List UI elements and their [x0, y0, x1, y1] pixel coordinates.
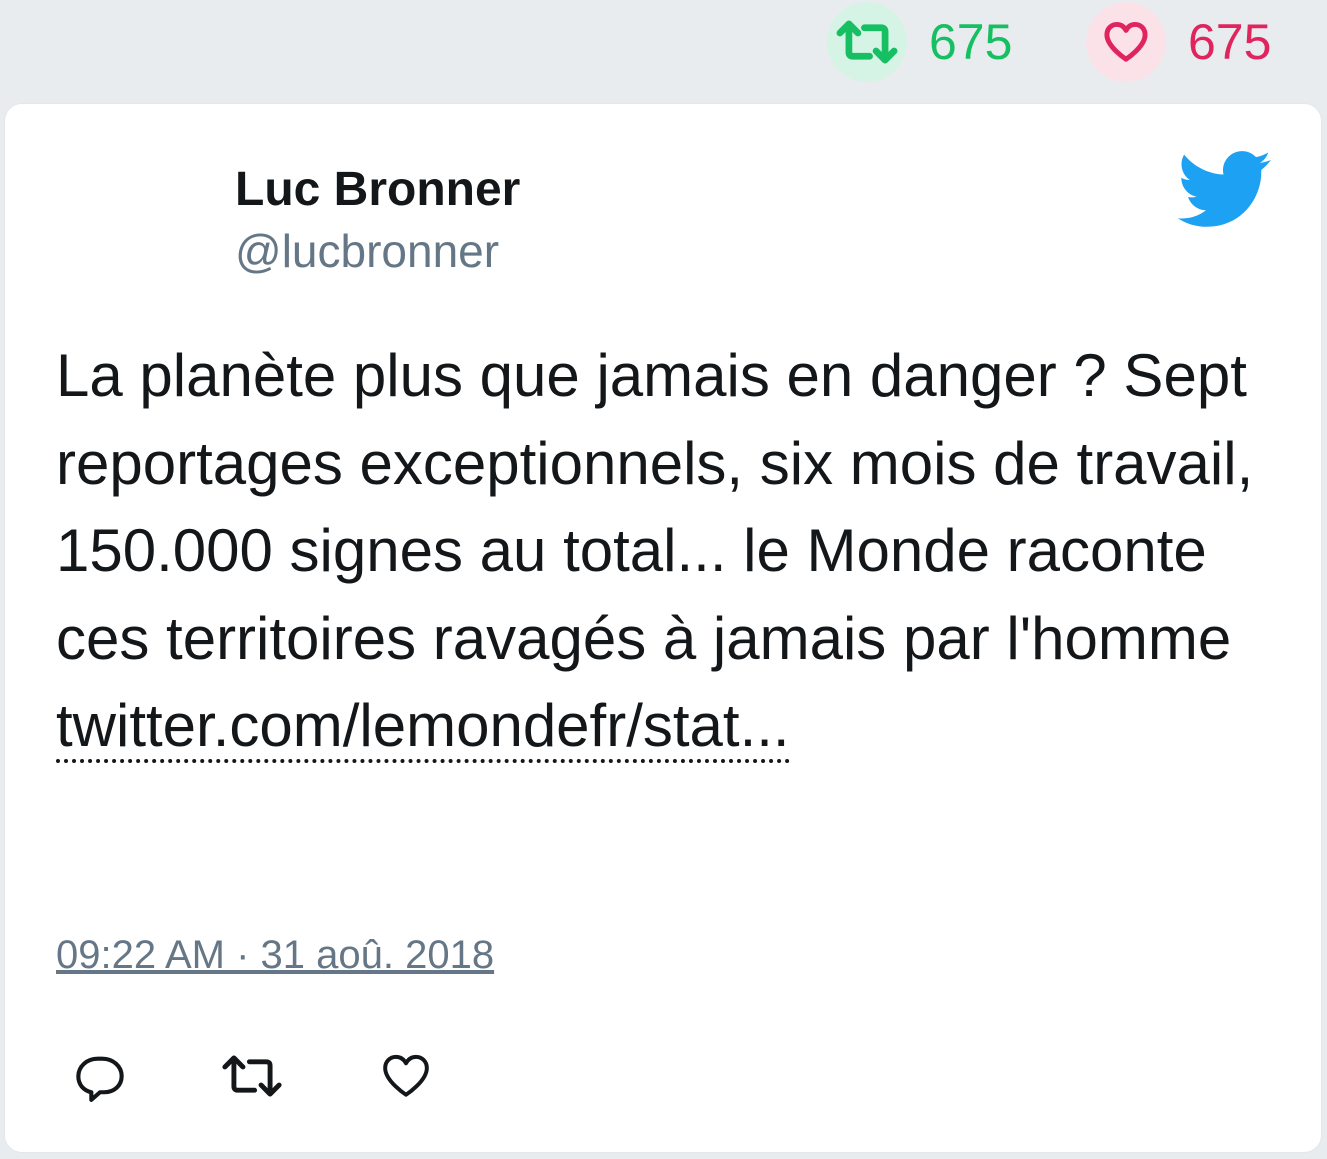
retweet-count: 675 — [929, 14, 1013, 70]
reply-button[interactable] — [71, 1049, 129, 1107]
reply-icon — [74, 1050, 126, 1107]
tweet-link[interactable]: twitter.com/lemondefr/stat... — [56, 692, 790, 763]
retweet-stat[interactable]: 675 — [827, 2, 1012, 82]
retweet-icon — [221, 1054, 283, 1103]
heart-icon — [381, 1053, 431, 1104]
heart-icon[interactable] — [1086, 2, 1166, 82]
tweet-text: La planète plus que jamais en danger ? S… — [56, 332, 1276, 770]
retweet-button[interactable] — [221, 1049, 283, 1107]
like-stat[interactable]: 675 — [1086, 2, 1271, 82]
author-name[interactable]: Luc Bronner — [235, 162, 520, 218]
like-count: 675 — [1188, 14, 1272, 70]
twitter-bird-icon[interactable] — [1173, 148, 1273, 228]
tweet-timestamp[interactable]: 09:22 AM · 31 aoû. 2018 — [56, 930, 494, 980]
tweet-card: Luc Bronner @lucbronner La planète plus … — [4, 103, 1322, 1153]
like-button[interactable] — [377, 1049, 435, 1107]
top-engagement-bar: 675 675 — [0, 0, 1327, 84]
tweet-text-content: La planète plus que jamais en danger ? S… — [56, 342, 1254, 672]
retweet-icon[interactable] — [827, 2, 907, 82]
author-handle[interactable]: @lucbronner — [235, 224, 499, 278]
